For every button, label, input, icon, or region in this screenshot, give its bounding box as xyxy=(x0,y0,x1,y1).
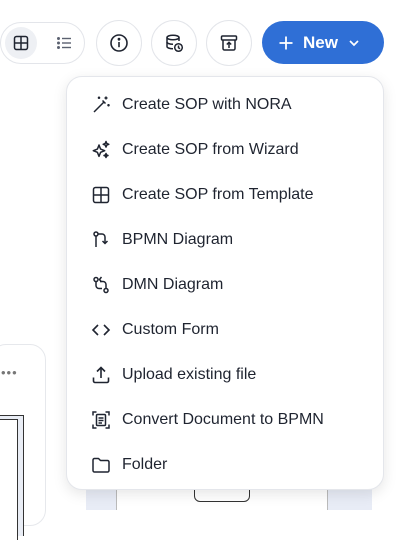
convert-document-icon xyxy=(91,410,111,430)
toolbar: New xyxy=(0,0,401,86)
menu-item-create-sop-from-template[interactable]: Create SOP from Template xyxy=(67,172,383,217)
background-card: ••• xyxy=(0,344,46,540)
menu-item-label: Create SOP from Template xyxy=(122,185,314,203)
menu-item-label: Create SOP with NORA xyxy=(122,95,292,113)
archive-button[interactable] xyxy=(206,20,252,66)
history-button[interactable] xyxy=(151,20,197,66)
menu-item-upload-existing-file[interactable]: Upload existing file xyxy=(67,352,383,397)
new-button-label: New xyxy=(303,32,338,52)
info-icon xyxy=(109,33,129,53)
upload-icon xyxy=(91,365,111,385)
plus-icon xyxy=(278,35,294,51)
info-button[interactable] xyxy=(96,20,142,66)
card-more-icon[interactable]: ••• xyxy=(1,365,18,380)
menu-item-label: BPMN Diagram xyxy=(122,230,234,248)
list-view-button[interactable] xyxy=(48,27,80,59)
menu-item-label: Convert Document to BPMN xyxy=(122,410,324,428)
menu-item-bpmn-diagram[interactable]: BPMN Diagram xyxy=(67,217,383,262)
menu-item-label: Folder xyxy=(122,455,168,473)
bpmn-flow-icon xyxy=(91,230,111,250)
menu-item-create-sop-with-nora[interactable]: Create SOP with NORA xyxy=(67,82,383,127)
menu-item-convert-document-to-bpmn[interactable]: Convert Document to BPMN xyxy=(67,397,383,442)
menu-item-custom-form[interactable]: Custom Form xyxy=(67,307,383,352)
dmn-flow-icon xyxy=(91,275,111,295)
grid-view-button[interactable] xyxy=(5,27,37,59)
database-history-icon xyxy=(164,33,184,53)
menu-item-label: DMN Diagram xyxy=(122,275,224,293)
folder-icon xyxy=(91,455,111,475)
card-preview-front xyxy=(0,419,18,540)
new-button[interactable]: New xyxy=(262,21,384,64)
menu-item-create-sop-from-wizard[interactable]: Create SOP from Wizard xyxy=(67,127,383,172)
new-dropdown-menu: Create SOP with NORA Create SOP from Wiz… xyxy=(66,76,384,490)
list-icon xyxy=(56,35,72,51)
sparkles-icon xyxy=(91,140,111,160)
menu-item-label: Upload existing file xyxy=(122,365,257,383)
archive-upload-icon xyxy=(219,33,239,53)
menu-item-folder[interactable]: Folder xyxy=(67,442,383,487)
menu-item-label: Create SOP from Wizard xyxy=(122,140,299,158)
magic-wand-icon xyxy=(91,95,111,115)
view-toggle xyxy=(0,22,85,64)
code-brackets-icon xyxy=(91,320,111,340)
chevron-down-icon xyxy=(347,36,361,50)
grid-icon xyxy=(13,35,29,51)
menu-item-dmn-diagram[interactable]: DMN Diagram xyxy=(67,262,383,307)
menu-item-label: Custom Form xyxy=(122,320,219,338)
template-grid-icon xyxy=(91,185,111,205)
